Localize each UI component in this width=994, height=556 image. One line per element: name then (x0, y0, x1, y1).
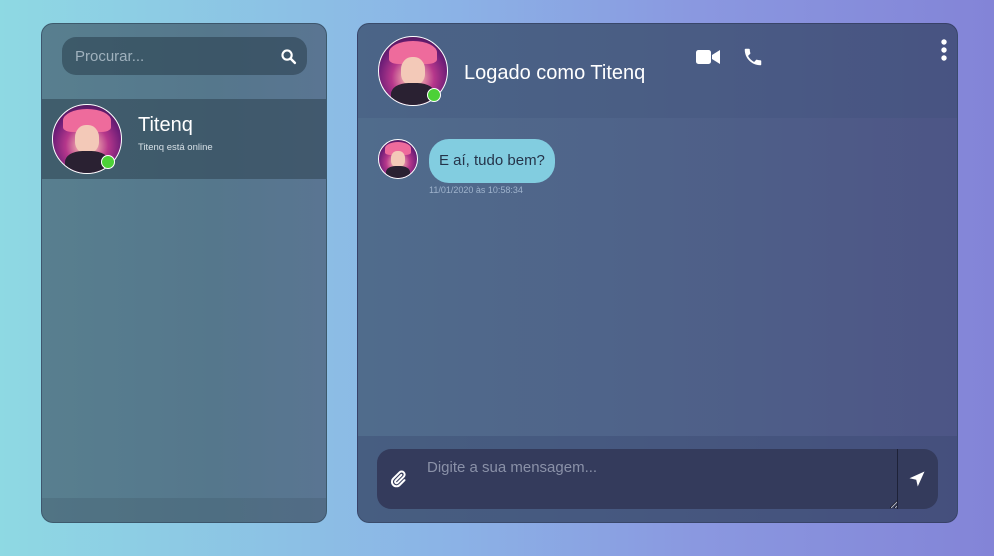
chat-panel: Logado como Titenq E aí, tudo bem? 11/01… (357, 23, 958, 523)
chat-footer (358, 436, 957, 522)
more-vertical-icon[interactable] (937, 38, 951, 62)
search-box (62, 37, 307, 75)
composer-divider (897, 449, 898, 509)
phone-icon[interactable] (741, 45, 765, 69)
video-camera-icon[interactable] (695, 46, 721, 68)
message-list: E aí, tudo bem? 11/01/2020 às 10:58:34 (358, 118, 957, 438)
online-status-dot (427, 88, 441, 102)
message-bubble: E aí, tudo bem? (429, 139, 555, 183)
send-arrow-icon[interactable] (906, 468, 928, 490)
contact-status: Titenq está online (138, 142, 213, 153)
online-status-dot (101, 155, 115, 169)
contact-item[interactable]: Titenq Titenq está online (42, 99, 326, 179)
message-timestamp: 11/01/2020 às 10:58:34 (429, 185, 523, 195)
paperclip-icon[interactable] (387, 468, 409, 490)
contacts-header (42, 24, 326, 99)
logged-in-title: Logado como Titenq (464, 62, 646, 84)
chat-header: Logado como Titenq (358, 24, 957, 118)
contacts-panel: Titenq Titenq está online (41, 23, 327, 523)
message-avatar (378, 139, 418, 179)
search-input[interactable] (62, 37, 272, 75)
message-composer (377, 449, 938, 509)
search-icon[interactable] (277, 45, 299, 67)
contacts-footer (42, 498, 326, 522)
contact-name: Titenq (138, 114, 193, 136)
message-input[interactable] (417, 449, 898, 509)
